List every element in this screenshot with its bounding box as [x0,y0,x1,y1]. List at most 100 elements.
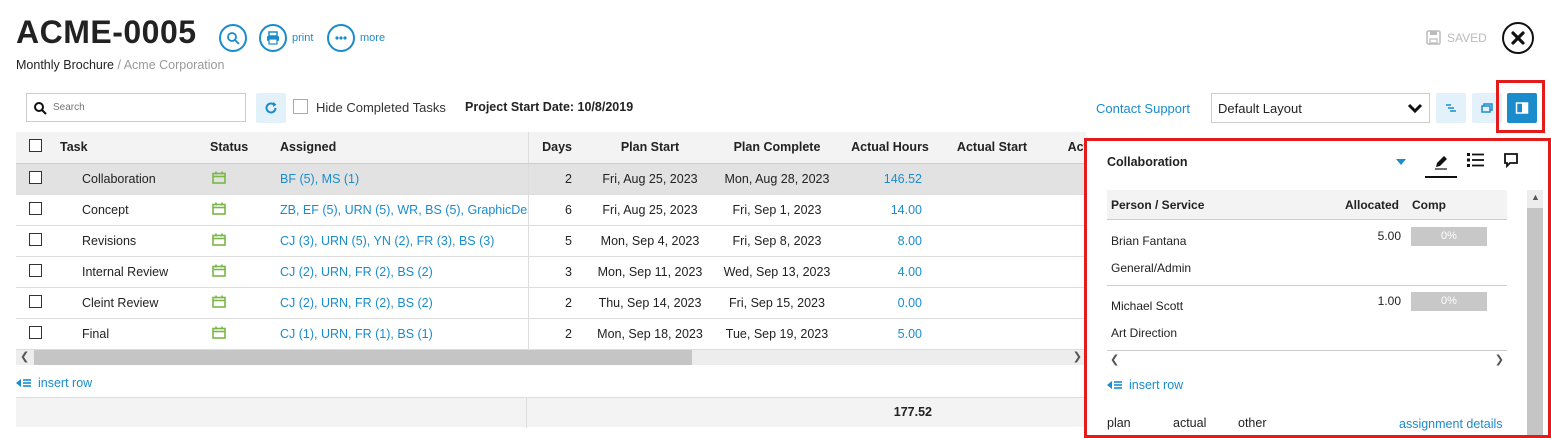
assigned-cell[interactable]: CJ (2), URN, FR (2), BS (2) [280,256,529,288]
select-all-checkbox[interactable] [29,139,42,153]
col-actual-hours[interactable]: Actual Hours [840,132,940,164]
plan-start-cell[interactable]: Thu, Sep 14, 2023 [586,287,714,319]
search-input[interactable] [53,102,233,113]
plan-complete-cell[interactable]: Fri, Sep 1, 2023 [714,194,840,226]
assigned-cell[interactable]: BF (5), MS (1) [280,163,529,195]
row-select-cell[interactable] [16,194,60,226]
actual-start-cell[interactable] [940,194,1044,226]
col-days[interactable]: Days [528,132,586,164]
actual-start-cell[interactable] [940,256,1044,288]
col-task[interactable]: Task [60,132,210,164]
status-cell[interactable] [210,163,280,195]
actual-start-cell[interactable] [940,318,1044,350]
layout-select[interactable]: Default Layout [1211,93,1430,123]
days-cell[interactable]: 3 [528,256,586,288]
task-name[interactable]: Revisions [60,225,210,257]
calendar-status-icon[interactable] [212,264,226,277]
row-checkbox[interactable] [29,263,42,277]
task-name[interactable]: Final [60,318,210,350]
actual-complete-cell[interactable] [1044,287,1086,319]
actual-complete-cell[interactable] [1044,163,1086,195]
plan-start-cell[interactable]: Mon, Sep 18, 2023 [586,318,714,350]
table-row[interactable]: Concept ZB, EF (5), URN (5), WR, BS (5),… [16,194,1086,226]
actual-complete-cell[interactable] [1044,225,1086,257]
col-plan-start[interactable]: Plan Start [586,132,714,164]
days-cell[interactable]: 6 [528,194,586,226]
actual-complete-cell[interactable] [1044,318,1086,350]
status-cell[interactable] [210,194,280,226]
grid-insert-row[interactable]: insert row [16,376,92,390]
calendar-status-icon[interactable] [212,202,226,215]
actual-start-cell[interactable] [940,225,1044,257]
more-link[interactable]: more [360,32,385,44]
breadcrumb-project[interactable]: Monthly Brochure [16,58,114,72]
task-name[interactable]: Cleint Review [60,287,210,319]
row-select-cell[interactable] [16,318,60,350]
row-select-cell[interactable] [16,287,60,319]
actual-start-cell[interactable] [940,163,1044,195]
actual-hours-cell[interactable]: 0.00 [840,287,940,319]
plan-complete-cell[interactable]: Tue, Sep 19, 2023 [714,318,840,350]
plan-start-cell[interactable]: Fri, Aug 25, 2023 [586,194,714,226]
col-status[interactable]: Status [210,132,280,164]
days-cell[interactable]: 5 [528,225,586,257]
refresh-button[interactable] [256,93,286,123]
select-all-cell[interactable] [16,132,60,164]
grid-scrollbar-thumb[interactable] [34,350,692,365]
actual-complete-cell[interactable] [1044,194,1086,226]
status-cell[interactable] [210,256,280,288]
status-cell[interactable] [210,287,280,319]
actual-complete-cell[interactable] [1044,256,1086,288]
table-row[interactable]: Final CJ (1), URN, FR (1), BS (1) 2 Mon,… [16,318,1086,350]
row-checkbox[interactable] [29,325,42,339]
col-assigned[interactable]: Assigned [280,132,529,164]
actual-hours-cell[interactable]: 14.00 [840,194,940,226]
row-select-cell[interactable] [16,163,60,195]
calendar-status-icon[interactable] [212,326,226,339]
indent-button[interactable] [1436,93,1466,123]
actual-hours-cell[interactable]: 4.00 [840,256,940,288]
table-row[interactable]: Cleint Review CJ (2), URN, FR (2), BS (2… [16,287,1086,319]
task-name[interactable]: Internal Review [60,256,210,288]
grid-horizontal-scrollbar[interactable]: ❮ ❯ [16,350,1086,365]
search-field[interactable] [26,93,246,122]
col-plan-complete[interactable]: Plan Complete [714,132,840,164]
calendar-status-icon[interactable] [212,233,226,246]
contact-support-link[interactable]: Contact Support [1096,101,1190,116]
row-checkbox[interactable] [29,232,42,246]
task-name[interactable]: Collaboration [60,163,210,195]
scroll-left-arrow-icon[interactable]: ❮ [20,350,29,363]
status-cell[interactable] [210,318,280,350]
actual-start-cell[interactable] [940,287,1044,319]
status-cell[interactable] [210,225,280,257]
plan-start-cell[interactable]: Mon, Sep 11, 2023 [586,256,714,288]
search-button[interactable] [219,24,247,52]
col-actual-complete[interactable]: Actua [1044,132,1086,164]
days-cell[interactable]: 2 [528,163,586,195]
table-row[interactable]: Revisions CJ (3), URN (5), YN (2), FR (3… [16,225,1086,257]
actual-hours-cell[interactable]: 8.00 [840,225,940,257]
row-select-cell[interactable] [16,256,60,288]
close-button[interactable] [1502,22,1534,54]
row-select-cell[interactable] [16,225,60,257]
assigned-cell[interactable]: CJ (3), URN (5), YN (2), FR (3), BS (3) [280,225,529,257]
calendar-status-icon[interactable] [212,171,226,184]
actual-hours-cell[interactable]: 146.52 [840,163,940,195]
col-actual-start[interactable]: Actual Start [940,132,1044,164]
plan-complete-cell[interactable]: Fri, Sep 15, 2023 [714,287,840,319]
table-row[interactable]: Collaboration BF (5), MS (1) 2 Fri, Aug … [16,163,1086,195]
table-row[interactable]: Internal Review CJ (2), URN, FR (2), BS … [16,256,1086,288]
plan-complete-cell[interactable]: Wed, Sep 13, 2023 [714,256,840,288]
assigned-cell[interactable]: ZB, EF (5), URN (5), WR, BS (5), Graphic… [280,194,529,226]
print-button[interactable] [259,24,287,52]
assigned-cell[interactable]: CJ (2), URN, FR (2), BS (2) [280,287,529,319]
plan-start-cell[interactable]: Fri, Aug 25, 2023 [586,163,714,195]
days-cell[interactable]: 2 [528,318,586,350]
plan-complete-cell[interactable]: Fri, Sep 8, 2023 [714,225,840,257]
row-checkbox[interactable] [29,201,42,215]
calendar-status-icon[interactable] [212,295,226,308]
task-name[interactable]: Concept [60,194,210,226]
hide-completed-checkbox[interactable] [293,99,308,114]
scroll-right-arrow-icon[interactable]: ❯ [1073,350,1082,363]
plan-start-cell[interactable]: Mon, Sep 4, 2023 [586,225,714,257]
